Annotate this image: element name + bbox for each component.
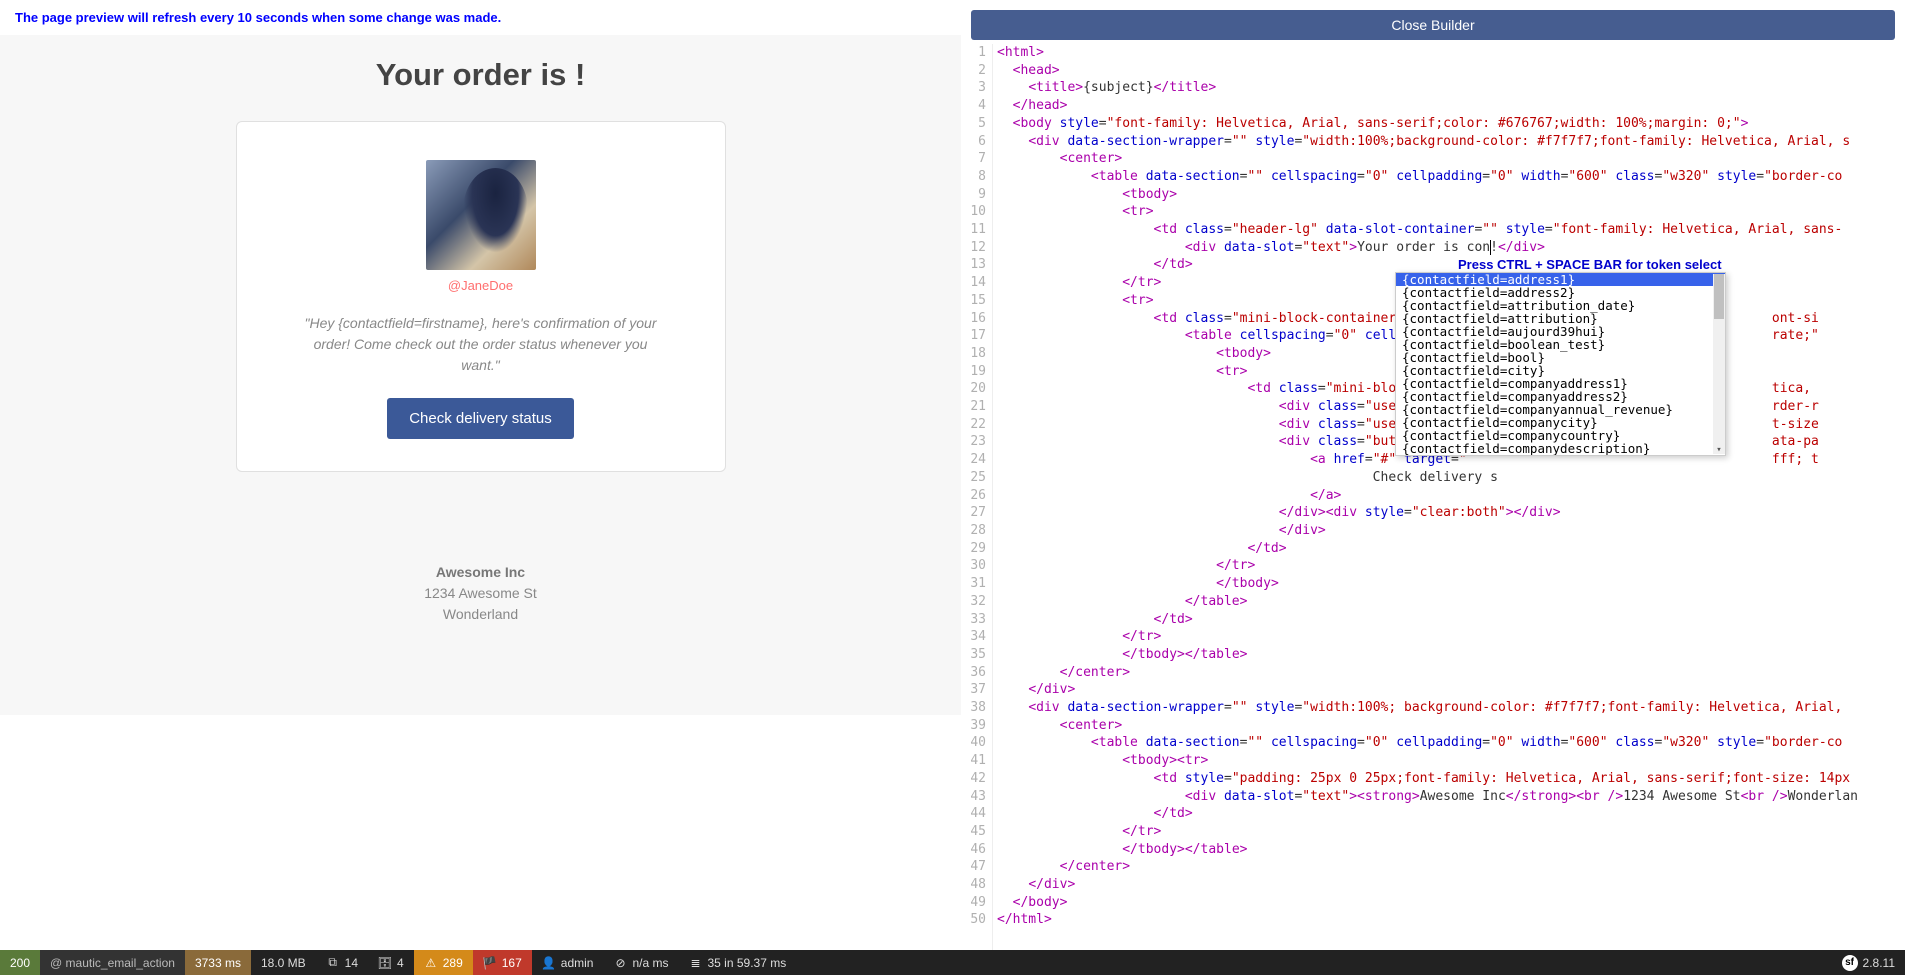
debug-toolbar[interactable]: 200 @ mautic_email_action 3733 ms 18.0 M…	[0, 950, 1905, 975]
scroll-down-icon[interactable]: ▾	[1713, 442, 1725, 454]
preview-pane: The page preview will refresh every 10 s…	[0, 0, 961, 975]
user-avatar	[426, 160, 536, 270]
close-builder-button[interactable]: Close Builder	[971, 10, 1895, 40]
email-footer: Awesome Inc 1234 Awesome St Wonderland	[0, 472, 961, 625]
status-db[interactable]: 🗄4	[368, 950, 414, 975]
status-http-code[interactable]: 200	[0, 950, 40, 975]
email-preview: Your order is ! @JaneDoe "Hey {contactfi…	[0, 35, 961, 715]
stack-icon: ≣	[688, 956, 702, 970]
error-icon: 🏴	[483, 956, 497, 970]
status-route[interactable]: @ mautic_email_action	[40, 950, 185, 975]
footer-address2: Wonderland	[0, 604, 961, 625]
user-icon: 👤	[542, 956, 556, 970]
db-icon: 🗄	[378, 956, 392, 970]
code-editor[interactable]: 1234567891011121314151617181920212223242…	[961, 44, 1905, 975]
user-message: "Hey {contactfield=firstname}, here's co…	[297, 313, 665, 376]
autocomplete-popup[interactable]: {contactfield=address1}{contactfield=add…	[1395, 272, 1726, 456]
status-warnings[interactable]: ⚠289	[414, 950, 473, 975]
footer-company: Awesome Inc	[0, 562, 961, 583]
footer-address1: 1234 Awesome St	[0, 583, 961, 604]
email-card: @JaneDoe "Hey {contactfield=firstname}, …	[236, 121, 726, 472]
line-gutter: 1234567891011121314151617181920212223242…	[961, 44, 993, 975]
code-area[interactable]: <html> <head> <title>{subject}</title> <…	[993, 44, 1905, 975]
check-delivery-button[interactable]: Check delivery status	[387, 398, 574, 439]
status-na[interactable]: ⊘n/a ms	[603, 950, 678, 975]
scrollbar-thumb[interactable]	[1714, 274, 1724, 319]
clock-icon: ⊘	[613, 956, 627, 970]
warn-icon: ⚠	[424, 956, 438, 970]
status-symfony[interactable]: sf2.8.11	[1832, 950, 1905, 975]
status-errors[interactable]: 🏴167	[473, 950, 532, 975]
status-perf[interactable]: ≣35 in 59.37 ms	[678, 950, 796, 975]
status-memory[interactable]: 18.0 MB	[251, 950, 316, 975]
autocomplete-scrollbar[interactable]: ▾	[1713, 274, 1725, 454]
status-forms[interactable]: ⧉14	[316, 950, 368, 975]
email-heading: Your order is !	[0, 35, 961, 121]
forms-icon: ⧉	[326, 956, 340, 970]
status-time[interactable]: 3733 ms	[185, 950, 251, 975]
status-user[interactable]: 👤admin	[532, 950, 604, 975]
user-handle: @JaneDoe	[297, 278, 665, 293]
autocomplete-item[interactable]: {contactfield=companydescription}	[1396, 442, 1725, 455]
symfony-icon: sf	[1842, 955, 1858, 971]
refresh-notice: The page preview will refresh every 10 s…	[0, 0, 961, 35]
builder-pane: Close Builder 12345678910111213141516171…	[961, 0, 1905, 975]
